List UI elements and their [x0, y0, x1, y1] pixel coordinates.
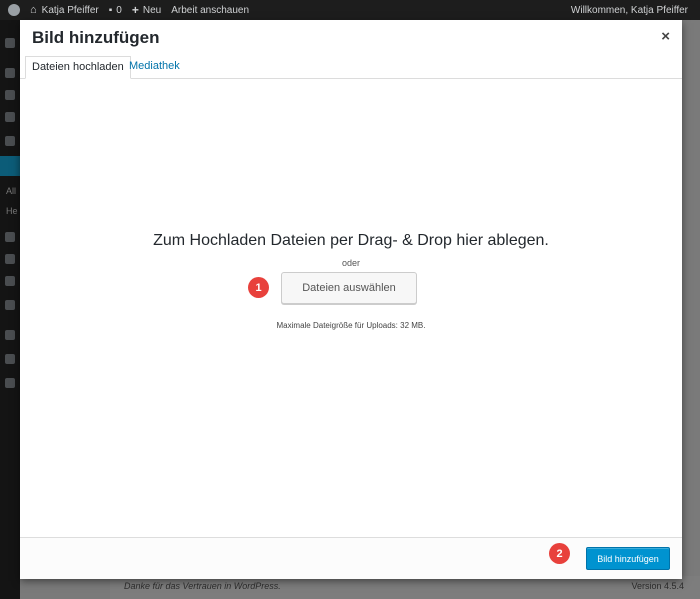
collapse-icon[interactable]: [5, 378, 15, 388]
page-footer: Danke für das Vertrauen in WordPress. Ve…: [110, 576, 700, 599]
pages-icon[interactable]: [5, 112, 15, 122]
new-content-link[interactable]: + Neu: [132, 3, 161, 17]
site-name: Katja Pfeiffer: [41, 4, 99, 16]
modal-tabs: Dateien hochladen Mediathek: [20, 56, 682, 79]
max-upload-size-note: Maximale Dateigröße für Uploads: 32 MB.: [276, 321, 426, 330]
comments-link[interactable]: ▪ 0: [109, 5, 122, 16]
footer-thanks: Danke für das Vertrauen in WordPress.: [124, 581, 281, 591]
users-icon[interactable]: [5, 330, 15, 340]
view-site-link[interactable]: Arbeit anschauen: [171, 5, 249, 16]
sidebar-sub-item-all[interactable]: All: [6, 186, 16, 196]
home-icon: ⌂: [30, 4, 37, 16]
insert-image-button[interactable]: Bild hinzufügen: [586, 547, 670, 570]
footer-version: Version 4.5.4: [631, 581, 684, 591]
site-name-link[interactable]: ⌂ Katja Pfeiffer: [30, 4, 99, 16]
list-icon[interactable]: [5, 254, 15, 264]
tools-icon[interactable]: [5, 90, 15, 100]
user-greeting[interactable]: Willkommen, Katja Pfeiffer: [571, 5, 688, 16]
sidebar-sub-item-new[interactable]: He: [6, 206, 18, 216]
comment-bubble-icon: ▪: [108, 4, 113, 16]
close-icon[interactable]: ×: [661, 28, 670, 45]
modal-toolbar: 2 Bild hinzufügen: [20, 537, 682, 579]
add-image-modal: Bild hinzufügen × Dateien hochladen Medi…: [20, 20, 682, 579]
media-menu-active[interactable]: [0, 156, 20, 176]
drop-instructions: Zum Hochladen Dateien per Drag- & Drop h…: [153, 232, 549, 249]
posts-icon[interactable]: [5, 68, 15, 78]
mail-icon[interactable]: [5, 300, 15, 310]
tab-upload-files[interactable]: Dateien hochladen: [25, 56, 131, 79]
plus-icon: +: [131, 3, 139, 17]
step-marker-2: 2: [549, 543, 570, 564]
wordpress-logo-icon[interactable]: [8, 4, 20, 16]
wrench-icon[interactable]: [5, 354, 15, 364]
gallery-icon[interactable]: [5, 276, 15, 286]
admin-bar: ⌂ Katja Pfeiffer ▪ 0 + Neu Arbeit anscha…: [0, 0, 700, 20]
tab-media-library[interactable]: Mediathek: [123, 56, 186, 77]
modal-title: Bild hinzufügen: [32, 28, 160, 47]
upload-dropzone[interactable]: Zum Hochladen Dateien per Drag- & Drop h…: [20, 79, 682, 537]
new-label: Neu: [142, 4, 162, 16]
comments-icon[interactable]: [5, 136, 15, 146]
comments-count: 0: [116, 4, 122, 16]
step-marker-1: 1: [248, 277, 269, 298]
dashboard-icon[interactable]: [5, 38, 15, 48]
pages-menu-icon[interactable]: [5, 232, 15, 242]
admin-sidebar: All He: [0, 20, 20, 599]
or-separator: oder: [341, 258, 360, 268]
select-files-button[interactable]: Dateien auswählen: [281, 272, 417, 304]
